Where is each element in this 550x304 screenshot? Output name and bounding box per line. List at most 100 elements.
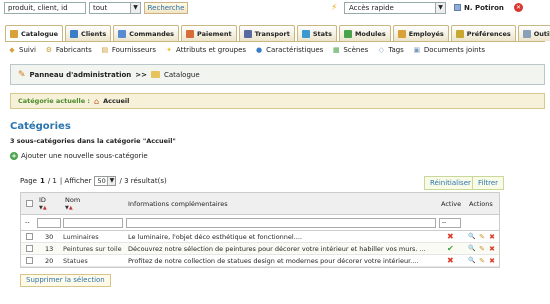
- tab-icon: [522, 29, 531, 38]
- row-name[interactable]: Luminaires: [63, 231, 123, 243]
- tab-icon: [343, 29, 352, 38]
- quick-access-select[interactable]: Accès rapide ▼: [344, 2, 446, 14]
- tab-icon: [397, 29, 406, 38]
- filter-button[interactable]: Filtrer: [472, 176, 505, 190]
- tab-5[interactable]: Stats: [296, 25, 337, 41]
- filter-info-input[interactable]: [126, 218, 436, 228]
- filter-row: -- --: [21, 215, 499, 231]
- header-active: Active: [441, 200, 462, 208]
- row-checkbox[interactable]: [26, 245, 33, 252]
- subtab-7[interactable]: ▣ Documents joints: [413, 46, 485, 54]
- row-info: Découvrez notre sélection de peintures p…: [128, 245, 426, 253]
- table-row[interactable]: 13 Peintures sur toile Découvrez notre sél…: [21, 243, 499, 255]
- edit-icon[interactable]: ✎: [478, 245, 486, 253]
- current-category-value[interactable]: Accueil: [103, 97, 129, 105]
- tab-label: Employés: [408, 29, 444, 38]
- tab-1[interactable]: Clients: [65, 25, 112, 41]
- tab-label: Paiement: [197, 29, 232, 38]
- subtab-4[interactable]: ● Caractéristiques: [255, 46, 323, 54]
- per-page-select[interactable]: 50 ▼: [94, 176, 117, 186]
- header-actions: Actions: [469, 200, 493, 208]
- subtab-icon: ●: [256, 46, 263, 54]
- table-body: 30 Luminaires Le luminaire, l'objet déco e…: [21, 231, 499, 267]
- row-name[interactable]: Statues: [63, 255, 123, 267]
- subtab-icon: ▣: [413, 46, 421, 54]
- current-category-label: Catégorie actuelle :: [18, 97, 91, 105]
- header-id[interactable]: ID ▼▲: [39, 196, 47, 212]
- tab-7[interactable]: Employés: [392, 25, 449, 41]
- subcategory-count: 3 sous-catégories dans la catégorie "Acc…: [10, 137, 176, 145]
- view-icon[interactable]: 🔍: [468, 233, 476, 241]
- active-check-icon[interactable]: ✔: [447, 243, 454, 255]
- reset-button[interactable]: Réinitialiser: [424, 176, 477, 190]
- header-info: Informations complémentaires: [128, 200, 228, 208]
- subtab-5[interactable]: ▦ Scènes: [332, 46, 368, 54]
- chevron-down-icon: ▼: [130, 3, 140, 13]
- subtab-label: Scènes: [343, 46, 369, 54]
- tab-3[interactable]: Paiement: [181, 25, 237, 41]
- add-subcategory-link[interactable]: + Ajouter une nouvelle sous-catégorie: [10, 152, 148, 160]
- row-name[interactable]: Peintures sur toile: [63, 243, 123, 255]
- header-name[interactable]: Nom ▼▲: [65, 196, 80, 212]
- subtab-3[interactable]: ✦ Attributs et groupes: [165, 46, 246, 54]
- edit-icon[interactable]: ✎: [478, 257, 486, 265]
- view-icon[interactable]: 🔍: [468, 257, 476, 265]
- tab-4[interactable]: Transport: [238, 25, 295, 41]
- subtab-label: Attributs et groupes: [176, 46, 247, 54]
- subtab-0[interactable]: ◆ Suivi: [8, 46, 36, 54]
- categories-table: ID ▼▲ Nom ▼▲ Informations complémentaire…: [20, 192, 500, 268]
- sort-arrows-icon[interactable]: ▼▲: [65, 204, 80, 212]
- search-button[interactable]: Recherche: [144, 2, 188, 14]
- subtab-icon: ⚙: [45, 46, 53, 54]
- breadcrumb-current[interactable]: Catalogue: [164, 71, 200, 79]
- filter-active-select[interactable]: --: [439, 218, 461, 228]
- table-row[interactable]: 30 Luminaires Le luminaire, l'objet déco e…: [21, 231, 499, 243]
- tab-9[interactable]: Outils: [517, 25, 550, 41]
- filter-id-input[interactable]: [37, 218, 61, 228]
- header-name-label: Nom: [65, 196, 81, 204]
- sort-arrows-icon[interactable]: ▼▲: [39, 204, 47, 212]
- subtab-label: Caractéristiques: [266, 46, 324, 54]
- row-checkbox[interactable]: [26, 233, 33, 240]
- search-input[interactable]: produit, client, id: [4, 2, 86, 14]
- select-all-checkbox[interactable]: [26, 200, 33, 207]
- folder-icon: [151, 71, 160, 78]
- edit-icon[interactable]: ✎: [478, 233, 486, 241]
- tab-2[interactable]: Commandes: [113, 25, 180, 41]
- view-icon[interactable]: 🔍: [468, 245, 476, 253]
- breadcrumb-root[interactable]: Panneau d'administration: [30, 71, 132, 79]
- sub-tabs: ◆ Suivi ⚙ Fabricants ▤ Fournisseurs ✦ Attributs…: [8, 44, 485, 56]
- subtab-label: Documents joints: [423, 46, 485, 54]
- table-row[interactable]: 20 Statues Profitez de notre collection de…: [21, 255, 499, 267]
- tab-0[interactable]: Catalogue: [5, 25, 64, 42]
- search-scope-select[interactable]: tout ▼: [89, 2, 141, 14]
- row-id: 13: [45, 245, 54, 253]
- delete-icon[interactable]: ✖: [488, 257, 496, 265]
- subtab-1[interactable]: ⚙ Fabricants: [45, 46, 92, 54]
- row-checkbox[interactable]: [26, 257, 33, 264]
- tab-8[interactable]: Préférences: [450, 25, 516, 41]
- inactive-x-icon[interactable]: ✖: [447, 231, 454, 243]
- section-title: Catégories: [10, 121, 71, 132]
- user-icon: [454, 4, 461, 11]
- subtab-2[interactable]: ▤ Fournisseurs: [101, 46, 157, 54]
- inactive-x-icon[interactable]: ✖: [447, 255, 454, 267]
- delete-selection-button[interactable]: Supprimer la sélection: [20, 274, 111, 287]
- delete-icon[interactable]: ✖: [488, 233, 496, 241]
- top-bar: produit, client, id tout ▼ Recherche ⚡ A…: [0, 0, 550, 18]
- filter-active-value: --: [442, 219, 447, 226]
- tab-6[interactable]: Modules: [338, 25, 391, 41]
- subtab-icon: ▤: [101, 46, 109, 54]
- logout-icon[interactable]: ✕: [514, 3, 523, 12]
- tab-label: Modules: [354, 29, 386, 38]
- add-icon: +: [10, 152, 18, 160]
- row-actions: 🔍 ✎ ✖: [468, 245, 496, 253]
- subtab-6[interactable]: ◇ Tags: [377, 46, 404, 54]
- tab-label: Commandes: [129, 29, 175, 38]
- subtab-icon: ✦: [166, 46, 172, 54]
- delete-icon[interactable]: ✖: [488, 245, 496, 253]
- subtab-label: Tags: [388, 46, 404, 54]
- filter-name-input[interactable]: [63, 218, 123, 228]
- tabs-divider: [5, 41, 545, 42]
- row-id: 30: [45, 233, 54, 241]
